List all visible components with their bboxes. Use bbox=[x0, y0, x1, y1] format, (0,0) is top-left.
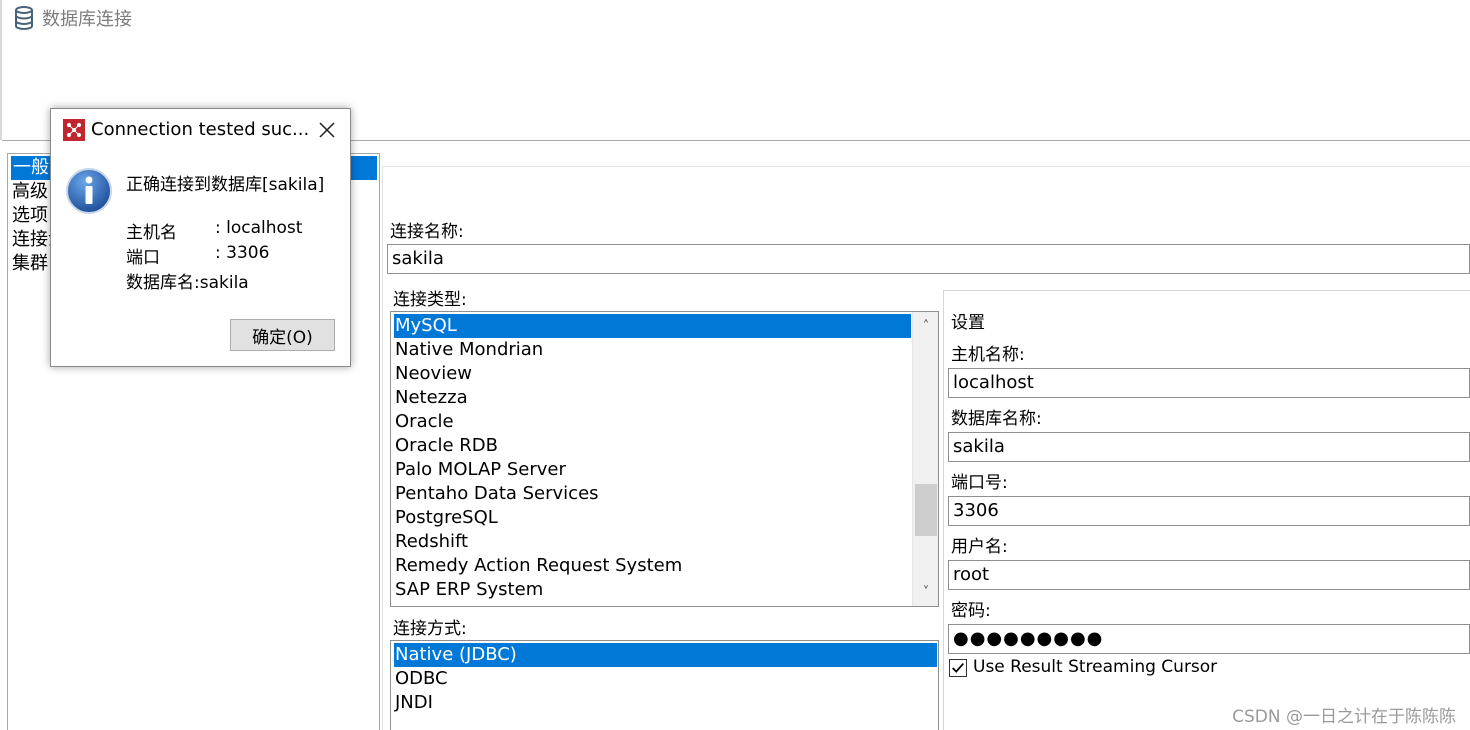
list-item[interactable]: Redshift bbox=[394, 530, 468, 554]
password-input[interactable]: ●●●●●●●●● bbox=[948, 624, 1470, 654]
scroll-up-icon[interactable]: ˄ bbox=[913, 314, 938, 338]
settings-title: 设置 bbox=[951, 313, 985, 333]
dialog-body: 正确连接到数据库[sakila] 主机名 : localhost 端口 : 33… bbox=[51, 151, 350, 366]
list-item[interactable]: Oracle bbox=[394, 410, 454, 434]
nav-item-label: 集群 bbox=[12, 253, 48, 274]
nav-item-cluster[interactable]: 集群 bbox=[12, 252, 48, 276]
dialog-host-label: 主机名 bbox=[126, 223, 177, 243]
window-title: 数据库连接 bbox=[42, 9, 132, 30]
list-item-mysql[interactable]: MySQL bbox=[394, 314, 911, 338]
dialog-port-label: 端口 bbox=[126, 248, 160, 268]
connection-name-label: 连接名称: bbox=[390, 222, 464, 242]
port-label: 端口号: bbox=[951, 473, 1008, 493]
list-item[interactable]: Pentaho Data Services bbox=[394, 482, 599, 506]
list-item-odbc[interactable]: ODBC bbox=[394, 667, 448, 691]
nav-item-advanced[interactable]: 高级 bbox=[12, 180, 48, 204]
ok-button[interactable]: 确定(O) bbox=[230, 319, 335, 351]
kettle-app-icon bbox=[63, 119, 85, 141]
list-item-native-jdbc[interactable]: Native (JDBC) bbox=[394, 643, 937, 667]
host-input[interactable]: localhost bbox=[948, 368, 1470, 398]
dialog-port-value: : 3306 bbox=[215, 243, 270, 263]
nav-item-label: 选项 bbox=[12, 205, 48, 226]
streaming-cursor-label: Use Result Streaming Cursor bbox=[973, 657, 1218, 677]
nav-item-label: 高级 bbox=[12, 181, 48, 202]
list-item[interactable]: Neoview bbox=[394, 362, 472, 386]
access-method-list[interactable]: Native (JDBC) ODBC JNDI bbox=[390, 640, 939, 730]
access-method-label: 连接方式: bbox=[393, 619, 467, 639]
list-item[interactable]: Palo MOLAP Server bbox=[394, 458, 566, 482]
nav-item-label: 一般 bbox=[13, 157, 49, 178]
username-input[interactable]: root bbox=[948, 560, 1470, 590]
list-item-jndi[interactable]: JNDI bbox=[394, 691, 433, 715]
password-label: 密码: bbox=[951, 601, 991, 621]
dialog-title: Connection tested suc... bbox=[91, 119, 310, 140]
streaming-cursor-checkbox[interactable] bbox=[949, 659, 967, 677]
scroll-down-icon[interactable]: ˅ bbox=[913, 580, 938, 604]
list-item[interactable]: SAP ERP System bbox=[394, 578, 543, 602]
window-title-bar: 数据库连接 bbox=[14, 5, 132, 31]
watermark: CSDN @一日之计在于陈陈陈 bbox=[1232, 707, 1456, 727]
nav-item-options[interactable]: 选项 bbox=[12, 204, 48, 228]
connection-type-scrollbar[interactable]: ˄ ˅ bbox=[912, 312, 938, 606]
connection-name-input[interactable]: sakila bbox=[387, 244, 1470, 274]
username-label: 用户名: bbox=[951, 537, 1008, 557]
dbname-label: 数据库名称: bbox=[951, 409, 1042, 429]
info-icon bbox=[66, 168, 112, 214]
dialog-message: 正确连接到数据库[sakila] bbox=[126, 175, 325, 195]
dialog-db-line: 数据库名:sakila bbox=[126, 273, 249, 293]
host-label: 主机名称: bbox=[951, 345, 1025, 365]
database-icon bbox=[15, 6, 33, 30]
connection-type-list[interactable]: MySQL Native Mondrian Neoview Netezza Or… bbox=[390, 311, 939, 607]
port-input[interactable]: 3306 bbox=[948, 496, 1470, 526]
list-item[interactable]: Native Mondrian bbox=[394, 338, 543, 362]
list-item[interactable]: PostgreSQL bbox=[394, 506, 498, 530]
dialog-host-value: : localhost bbox=[215, 218, 303, 238]
dbname-input[interactable]: sakila bbox=[948, 432, 1470, 462]
list-item[interactable]: Remedy Action Request System bbox=[394, 554, 682, 578]
list-item[interactable]: Netezza bbox=[394, 386, 468, 410]
dialog-titlebar: Connection tested suc... bbox=[51, 109, 350, 151]
connection-type-label: 连接类型: bbox=[393, 290, 467, 310]
window-edge bbox=[0, 0, 2, 140]
connection-success-dialog: Connection tested suc... 正确连接到数据库[sakila… bbox=[50, 108, 351, 367]
scroll-thumb[interactable] bbox=[915, 484, 937, 536]
list-item[interactable]: Oracle RDB bbox=[394, 434, 498, 458]
close-icon[interactable] bbox=[314, 117, 340, 143]
checkmark-icon bbox=[952, 662, 964, 673]
